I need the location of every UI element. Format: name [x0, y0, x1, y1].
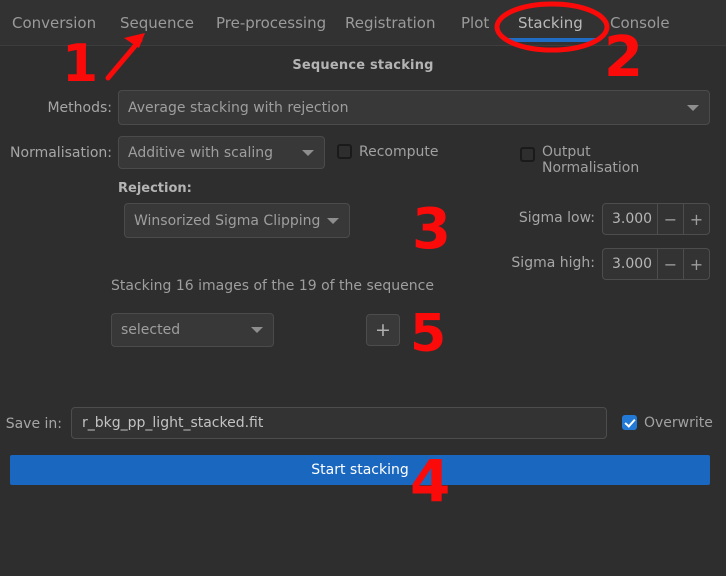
chevron-down-icon	[327, 217, 340, 224]
chevron-down-icon	[251, 327, 263, 333]
tab-console[interactable]: Console	[608, 0, 672, 46]
tab-sequence[interactable]: Sequence	[118, 0, 196, 46]
image-filter-value: selected	[121, 322, 181, 338]
save-in-input[interactable]: r_bkg_pp_light_stacked.fit	[71, 407, 607, 439]
methods-label: Methods:	[47, 100, 112, 116]
normalisation-label: Normalisation:	[10, 145, 112, 161]
sigma-low-increment-button[interactable]: +	[683, 204, 709, 234]
methods-value: Average stacking with rejection	[128, 99, 349, 116]
output-normalisation-checkbox[interactable]: Output Normalisation	[520, 144, 639, 176]
stacking-window: Conversion Sequence Pre-processing Regis…	[0, 0, 726, 576]
start-stacking-button[interactable]: Start stacking	[10, 455, 710, 485]
add-filter-button[interactable]: +	[366, 314, 400, 346]
image-filter-combobox[interactable]: selected	[111, 313, 274, 347]
sigma-high-spinbox[interactable]: 3.000 − +	[602, 248, 710, 280]
sigma-low-value[interactable]: 3.000	[603, 204, 657, 234]
tab-registration[interactable]: Registration	[343, 0, 437, 46]
chevron-down-icon	[302, 149, 314, 156]
normalisation-value: Additive with scaling	[128, 144, 273, 161]
tab-conversion[interactable]: Conversion	[10, 0, 98, 46]
sigma-high-value[interactable]: 3.000	[603, 249, 657, 279]
page-title: Sequence stacking	[292, 58, 434, 73]
sigma-high-label: Sigma high:	[511, 255, 595, 271]
rejection-label: Rejection:	[118, 181, 192, 196]
tab-pre-processing[interactable]: Pre-processing	[214, 0, 328, 46]
rejection-value: Winsorized Sigma Clipping	[134, 212, 321, 229]
tab-plot[interactable]: Plot	[459, 0, 491, 46]
methods-combobox[interactable]: Average stacking with rejection	[118, 90, 710, 125]
chevron-down-icon	[687, 104, 699, 111]
sigma-low-label: Sigma low:	[518, 210, 595, 226]
save-in-label: Save in:	[5, 416, 62, 432]
checkbox-box-icon	[337, 144, 352, 159]
rejection-combobox[interactable]: Winsorized Sigma Clipping	[124, 203, 351, 238]
overwrite-label: Overwrite	[644, 415, 713, 431]
tab-selected-indicator	[508, 38, 599, 42]
checkbox-checked-icon	[622, 415, 637, 430]
normalisation-combobox[interactable]: Additive with scaling	[118, 136, 325, 169]
sigma-high-decrement-button[interactable]: −	[657, 249, 683, 279]
output-normalisation-label: Output Normalisation	[542, 144, 640, 176]
recompute-label: Recompute	[359, 144, 439, 160]
main-tab-bar: Conversion Sequence Pre-processing Regis…	[0, 0, 726, 46]
checkbox-box-icon	[520, 147, 535, 162]
overwrite-checkbox[interactable]: Overwrite	[622, 415, 713, 431]
stacking-count-info: Stacking 16 images of the 19 of the sequ…	[111, 278, 434, 294]
sigma-low-decrement-button[interactable]: −	[657, 204, 683, 234]
sigma-high-increment-button[interactable]: +	[683, 249, 709, 279]
recompute-checkbox[interactable]: Recompute	[337, 144, 438, 160]
sigma-low-spinbox[interactable]: 3.000 − +	[602, 203, 710, 235]
stacking-panel: Sequence stacking Methods: Average stack…	[0, 46, 726, 576]
